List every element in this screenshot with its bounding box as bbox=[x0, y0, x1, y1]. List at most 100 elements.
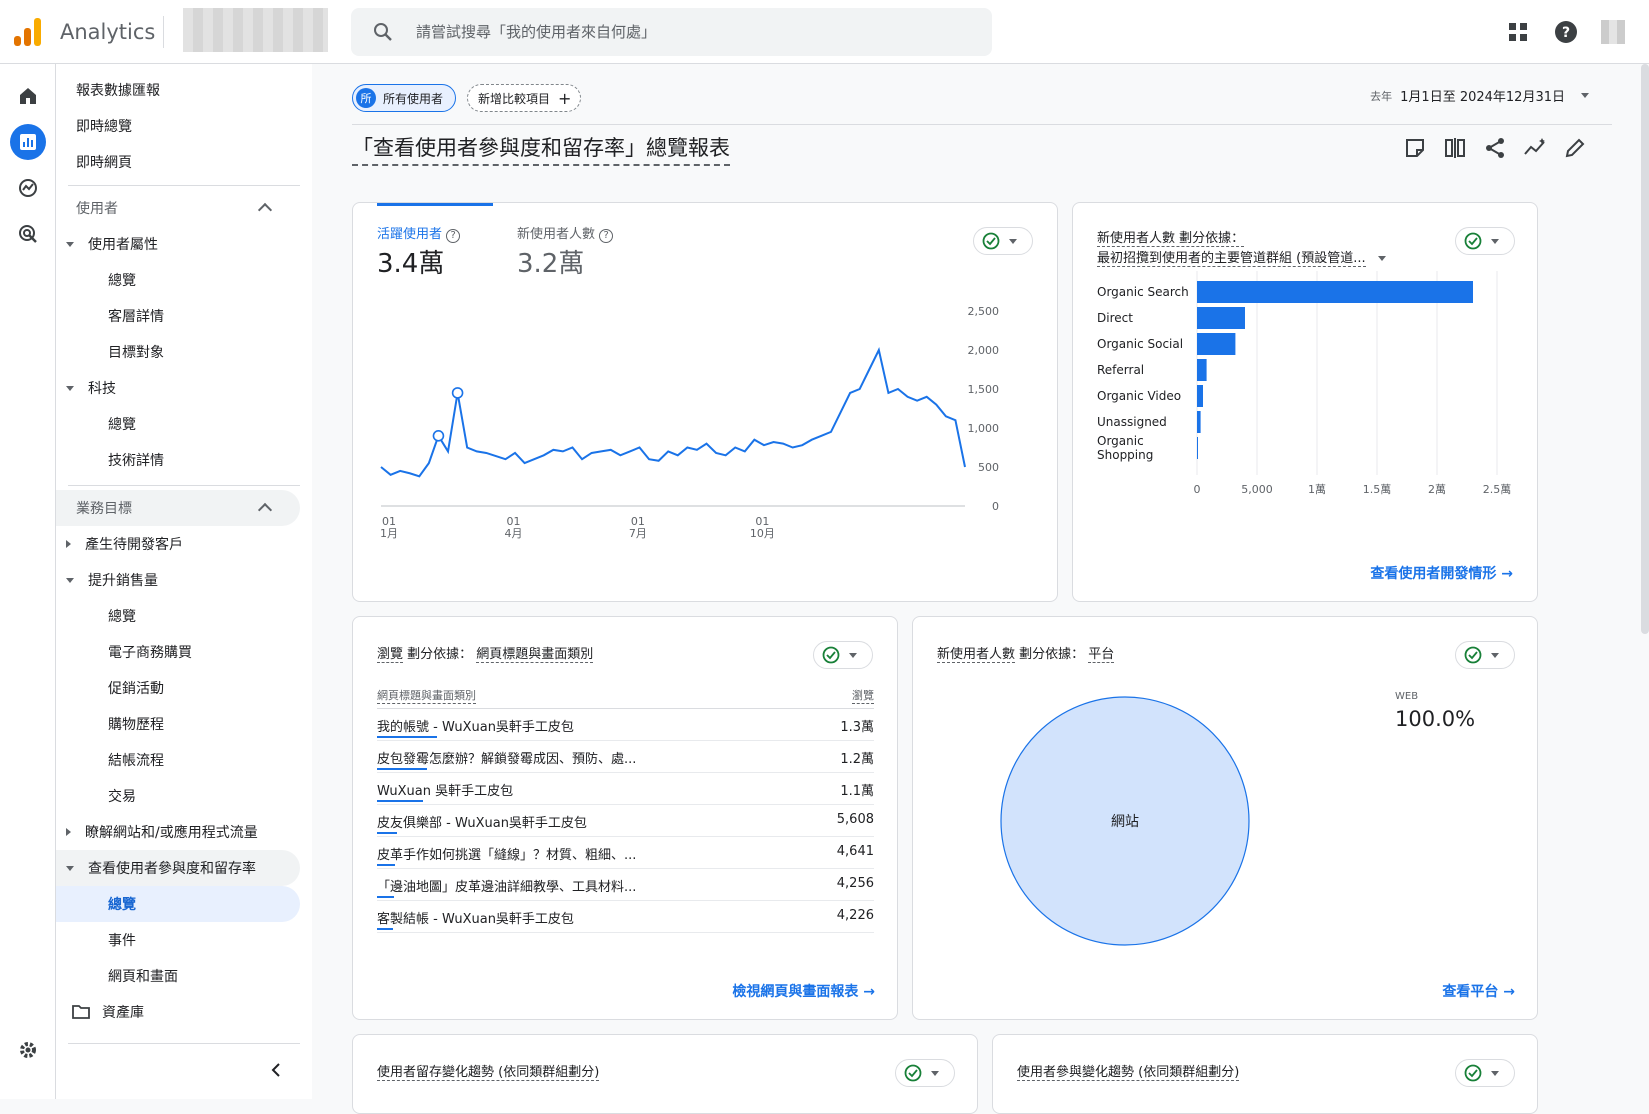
nav-realtime-pages[interactable]: 即時網頁 bbox=[76, 144, 132, 180]
metric-label: 新使用者人數 bbox=[517, 227, 596, 242]
pie-chart: 網站 bbox=[1000, 696, 1250, 946]
row-title: 皮革手作如何挑選「縫線」？材質、粗細、... bbox=[377, 848, 637, 863]
rail-advertising[interactable] bbox=[10, 216, 46, 252]
data-quality-chip[interactable] bbox=[895, 1059, 955, 1087]
rail-explore[interactable] bbox=[10, 170, 46, 206]
row-value: 4,641 bbox=[836, 844, 874, 859]
share-icon[interactable] bbox=[1482, 135, 1508, 161]
data-quality-chip[interactable] bbox=[973, 227, 1033, 255]
nav-engagement[interactable]: 查看使用者參與度和留存率 bbox=[56, 850, 300, 886]
column-header[interactable]: 網頁標題與畫面類別 bbox=[377, 687, 476, 704]
nav-user-attributes[interactable]: 使用者屬性 bbox=[66, 226, 158, 262]
view-platform-link[interactable]: 查看平台 → bbox=[1442, 981, 1515, 1001]
metric-tab-new-users[interactable]: 新使用者人數 ? bbox=[517, 223, 614, 243]
table-row[interactable]: 客製結帳 - WuXuan吳軒手工皮包 4,226 bbox=[377, 901, 874, 933]
link-label: 檢視網頁與畫面報表 bbox=[732, 984, 859, 1000]
divider bbox=[68, 1043, 300, 1044]
data-quality-chip[interactable] bbox=[1455, 227, 1515, 255]
x-tick-label: 5,000 bbox=[1241, 483, 1273, 496]
section-label: 業務目標 bbox=[76, 501, 132, 517]
nav-sales[interactable]: 提升銷售量 bbox=[66, 562, 158, 598]
rail-reports[interactable] bbox=[10, 124, 46, 160]
table-row[interactable]: 皮友俱樂部 - WuXuan吳軒手工皮包 5,608 bbox=[377, 805, 874, 837]
compare-icon[interactable] bbox=[1442, 135, 1468, 161]
table-row[interactable]: 皮革手作如何挑選「縫線」？材質、粗細、... 4,641 bbox=[377, 837, 874, 869]
page-scrollbar[interactable] bbox=[1641, 64, 1649, 634]
insights-icon[interactable] bbox=[1522, 135, 1548, 161]
dimension-selector[interactable]: 最初招攬到使用者的主要管道群組 (預設管道... bbox=[1097, 247, 1386, 267]
view-acquisition-link[interactable]: 查看使用者開發情形 → bbox=[1370, 563, 1513, 583]
metric-label[interactable]: 新使用者人數 bbox=[937, 647, 1016, 663]
dropdown-arrow-icon bbox=[1581, 93, 1589, 98]
all-users-chip[interactable]: 所 所有使用者 bbox=[352, 84, 456, 112]
nav-engagement-overview[interactable]: 總覽 bbox=[56, 886, 300, 922]
bar-chart-icon bbox=[20, 134, 36, 150]
dimension-label[interactable]: 網頁標題與畫面類別 bbox=[476, 647, 594, 663]
x-tick-label: 1.5萬 bbox=[1363, 483, 1392, 496]
row-proportion-bar bbox=[377, 800, 423, 802]
arrow-right-icon: → bbox=[863, 984, 875, 1000]
nav-reports-snapshot[interactable]: 報表數據匯報 bbox=[76, 72, 160, 108]
table-row[interactable]: WuXuan 吳軒手工皮包 1.1萬 bbox=[377, 773, 874, 805]
table-row[interactable]: 皮包發霉怎麼辦？解鎖發霉成因、預防、處... 1.2萬 bbox=[377, 741, 874, 773]
nav-events[interactable]: 事件 bbox=[108, 922, 136, 958]
help-circle-icon[interactable]: ? bbox=[599, 229, 614, 243]
nav-section-business[interactable]: 業務目標 bbox=[56, 490, 300, 526]
table-row[interactable]: 「邊油地圖」皮革邊油詳細教學、工具材料... 4,256 bbox=[377, 869, 874, 901]
nav-pages-screens[interactable]: 網頁和畫面 bbox=[108, 958, 178, 994]
card-title: 新使用者人數 劃分依據： 平台 bbox=[937, 643, 1115, 663]
account-selector[interactable] bbox=[183, 8, 328, 52]
column-header[interactable]: 瀏覽 bbox=[852, 687, 874, 704]
avatar[interactable] bbox=[1601, 20, 1625, 44]
nav-audiences[interactable]: 目標對象 bbox=[108, 334, 164, 370]
rail-home[interactable] bbox=[10, 78, 46, 114]
metric-label[interactable]: 瀏覽 bbox=[377, 647, 404, 663]
add-comparison-chip[interactable]: 新增比較項目 + bbox=[467, 84, 581, 112]
nav-tech-details[interactable]: 技術詳情 bbox=[108, 442, 164, 478]
page-title[interactable]: 「查看使用者參與度和留存率」總覽報表 bbox=[352, 132, 730, 166]
app-name[interactable]: Analytics bbox=[60, 20, 155, 44]
nav-realtime-overview[interactable]: 即時總覽 bbox=[76, 108, 132, 144]
data-quality-chip[interactable] bbox=[813, 641, 873, 669]
apps-grid-icon[interactable] bbox=[1504, 18, 1532, 46]
nav-tech[interactable]: 科技 bbox=[66, 370, 116, 406]
dropdown-arrow-icon bbox=[1377, 256, 1386, 261]
divider bbox=[163, 16, 164, 48]
dimension-label[interactable]: 平台 bbox=[1088, 647, 1115, 663]
nav-label: 提升銷售量 bbox=[88, 573, 158, 589]
nav-demographics[interactable]: 客層詳情 bbox=[108, 298, 164, 334]
metric-tab-active-users[interactable]: 活躍使用者 ? bbox=[377, 223, 461, 243]
nav-sales-overview[interactable]: 總覽 bbox=[108, 598, 136, 634]
table-header: 網頁標題與畫面類別 瀏覽 bbox=[377, 687, 874, 709]
analytics-logo-icon bbox=[14, 18, 41, 46]
nav-transactions[interactable]: 交易 bbox=[108, 778, 136, 814]
caret-down-icon bbox=[66, 577, 74, 583]
help-icon[interactable]: ? bbox=[1552, 18, 1580, 46]
edit-pencil-icon[interactable] bbox=[1562, 135, 1588, 161]
data-quality-chip[interactable] bbox=[1455, 1059, 1515, 1087]
nav-checkout[interactable]: 結帳流程 bbox=[108, 742, 164, 778]
nav-user-overview[interactable]: 總覽 bbox=[108, 262, 136, 298]
data-quality-chip[interactable] bbox=[1455, 641, 1515, 669]
table-row[interactable]: 我的帳號 - WuXuan吳軒手工皮包 1.3萬 bbox=[377, 709, 874, 741]
retention-card: 使用者留存變化趨勢 (依同類群組劃分) bbox=[352, 1034, 978, 1114]
nav-tech-overview[interactable]: 總覽 bbox=[108, 406, 136, 442]
report-nav: 報表數據匯報 即時總覽 即時網頁 使用者 使用者屬性 總覽 客層詳情 目標對象 … bbox=[56, 64, 312, 1099]
help-circle-icon[interactable]: ? bbox=[446, 229, 461, 243]
nav-leads[interactable]: 產生待開發客戶 bbox=[66, 526, 183, 562]
customize-report-icon[interactable] bbox=[1402, 135, 1428, 161]
nav-section-users[interactable]: 使用者 bbox=[56, 190, 300, 226]
series-line-active-users bbox=[380, 347, 966, 478]
nav-ecommerce[interactable]: 電子商務購買 bbox=[108, 634, 192, 670]
nav-promotions[interactable]: 促銷活動 bbox=[108, 670, 164, 706]
nav-purchase-journey[interactable]: 購物歷程 bbox=[108, 706, 164, 742]
collapse-chevron-icon[interactable] bbox=[268, 1062, 284, 1078]
date-range-picker[interactable]: 去年 1月1日至 2024年12月31日 bbox=[1370, 86, 1589, 105]
search-input[interactable]: 請嘗試搜尋「我的使用者來自何處」 bbox=[416, 21, 656, 42]
search-bar[interactable]: 請嘗試搜尋「我的使用者來自何處」 bbox=[351, 8, 992, 56]
nav-traffic[interactable]: 瞭解網站和/或應用程式流量 bbox=[66, 814, 258, 850]
metric-value-active-users: 3.4萬 bbox=[377, 249, 445, 279]
view-pages-report-link[interactable]: 檢視網頁與畫面報表 → bbox=[732, 981, 875, 1001]
nav-library[interactable]: 資產庫 bbox=[72, 994, 144, 1030]
rail-admin[interactable] bbox=[10, 1032, 46, 1068]
